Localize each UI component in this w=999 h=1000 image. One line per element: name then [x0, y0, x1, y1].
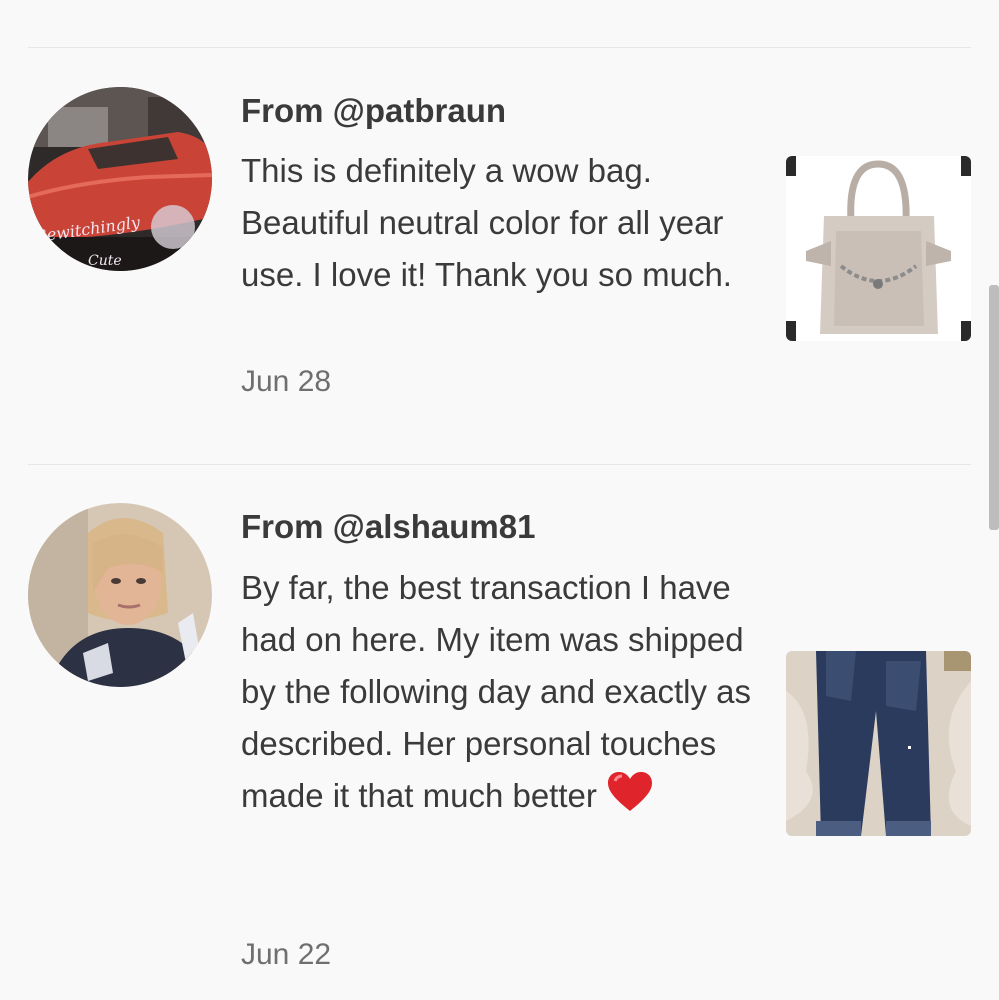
- divider: [28, 47, 971, 48]
- jeans-photo: [786, 651, 971, 836]
- reviews-page: Bewitchingly Cute From @patbraun This is…: [0, 0, 999, 1000]
- reviewer-avatar[interactable]: Bewitchingly Cute: [28, 87, 212, 271]
- review-author[interactable]: From @alshaum81: [241, 507, 535, 547]
- handbag-photo: [786, 156, 971, 341]
- svg-text:Cute: Cute: [88, 253, 122, 269]
- scrollbar[interactable]: [989, 285, 999, 530]
- review-text-content: By far, the best transaction I have had …: [241, 569, 751, 814]
- review-text: By far, the best transaction I have had …: [241, 562, 751, 828]
- review-text: This is definitely a wow bag. Beautiful …: [241, 152, 732, 293]
- review-item-thumbnail[interactable]: [786, 651, 971, 836]
- review-date: Jun 22: [241, 938, 332, 971]
- divider: [28, 464, 971, 465]
- person-profile-photo: [28, 503, 212, 687]
- reviewer-avatar[interactable]: [28, 503, 212, 687]
- review-date: Jun 28: [241, 365, 332, 398]
- car-profile-photo: Bewitchingly Cute: [28, 87, 212, 271]
- heart-emoji: [607, 771, 653, 828]
- review-item-thumbnail[interactable]: [786, 156, 971, 341]
- review-author[interactable]: From @patbraun: [241, 91, 506, 131]
